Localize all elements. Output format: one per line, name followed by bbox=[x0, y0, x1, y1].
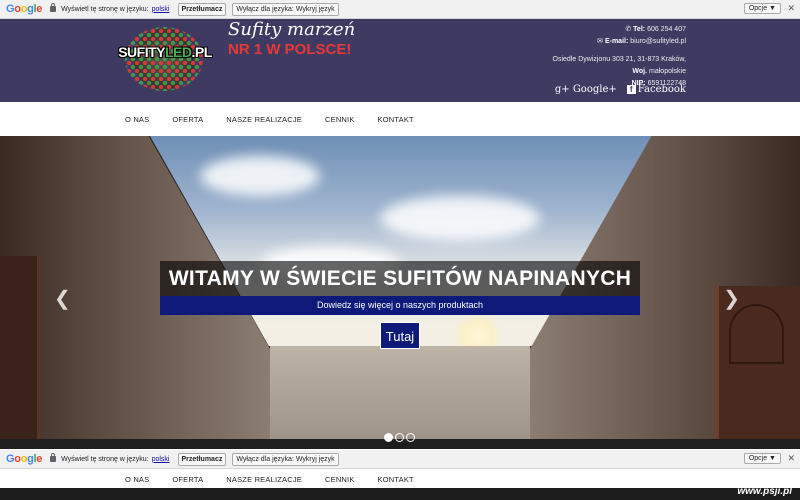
translate-bar-sticky: Google Wyświetl tę stronę w języku: pols… bbox=[0, 450, 800, 469]
bottom-strip bbox=[0, 488, 800, 500]
translate-button[interactable]: Przetłumacz bbox=[177, 2, 227, 16]
envelope-icon: ✉ bbox=[597, 38, 603, 45]
hero-title: WITAMY W ŚWIECIE SUFITÓW NAPINANYCH bbox=[160, 261, 640, 296]
google-logo: Google bbox=[6, 3, 43, 15]
facebook-link[interactable]: f Facebook bbox=[626, 84, 686, 95]
door-panel bbox=[729, 304, 784, 364]
close-icon[interactable]: ✕ bbox=[787, 3, 795, 14]
nav-item-o-nas[interactable]: O NAS bbox=[125, 115, 149, 124]
translate-prompt: Wyświetl tę stronę w języku: bbox=[61, 455, 149, 463]
site-header: SUFITYLED.PL Sufity marzeń NR 1 W POLSCE… bbox=[0, 19, 800, 102]
email-line: ✉ E-mail: biuro@sufityled.pl bbox=[597, 38, 686, 45]
disable-translate-button[interactable]: Wyłącz dla języka: Wykryj język bbox=[232, 452, 339, 466]
options-button[interactable]: Opcje ▼ bbox=[743, 3, 781, 14]
slogan-claim: NR 1 W POLSCE! bbox=[228, 41, 352, 58]
main-nav: O NAS OFERTA NASZE REALIZACJE CENNIK KON… bbox=[0, 102, 800, 136]
slider-indicators bbox=[384, 433, 415, 442]
nav-item-nasze-realizacje[interactable]: NASZE REALIZACJE bbox=[226, 115, 302, 124]
region-line: Woj. małopolskie bbox=[632, 68, 686, 75]
close-icon[interactable]: ✕ bbox=[787, 453, 795, 464]
sticky-nav: O NAS OFERTA NASZE REALIZACJE CENNIK KON… bbox=[0, 470, 800, 488]
hero-cta-button[interactable]: Tutaj bbox=[380, 322, 420, 349]
lock-icon bbox=[50, 453, 57, 462]
site-logo[interactable]: SUFITYLED.PL bbox=[113, 27, 217, 91]
watermark: www.psji.pl bbox=[737, 486, 792, 497]
google-plus-link[interactable]: g+ Google+ bbox=[555, 84, 617, 95]
lock-icon bbox=[50, 3, 57, 12]
phone-line: ✆ Tel: 606 254 407 bbox=[625, 26, 686, 33]
slider-dot-3[interactable] bbox=[406, 433, 415, 442]
contact-info: ✆ Tel: 606 254 407 ✉ E-mail: biuro@sufit… bbox=[553, 24, 686, 90]
google-logo: Google bbox=[6, 453, 43, 465]
hero-subtitle: Dowiedz się więcej o naszych produktach bbox=[160, 296, 640, 315]
slider-prev-icon[interactable]: ❮ bbox=[54, 286, 71, 311]
social-links: g+ Google+ f Facebook bbox=[555, 84, 686, 95]
cloud-shape bbox=[200, 156, 320, 196]
google-plus-icon: g+ bbox=[554, 84, 570, 95]
phone-icon: ✆ bbox=[625, 26, 632, 33]
slider-dot-1[interactable] bbox=[384, 433, 393, 442]
slider-dot-2[interactable] bbox=[395, 433, 404, 442]
cloud-shape bbox=[380, 196, 540, 241]
slider-next-icon[interactable]: ❯ bbox=[723, 286, 740, 311]
nav-item-kontakt[interactable]: KONTAKT bbox=[378, 115, 414, 124]
nav-item-o-nas[interactable]: O NAS bbox=[125, 475, 149, 484]
translate-prompt: Wyświetl tę stronę w języku: bbox=[61, 5, 149, 13]
nav-item-nasze-realizacje[interactable]: NASZE REALIZACJE bbox=[226, 475, 302, 484]
translate-bar: Google Wyświetl tę stronę w języku: pols… bbox=[0, 0, 800, 19]
nav-item-oferta[interactable]: OFERTA bbox=[172, 475, 203, 484]
hero-caption: WITAMY W ŚWIECIE SUFITÓW NAPINANYCH Dowi… bbox=[160, 261, 640, 349]
left-door bbox=[0, 256, 40, 449]
facebook-icon: f bbox=[626, 85, 636, 94]
disable-translate-button[interactable]: Wyłącz dla języka: Wykryj język bbox=[232, 2, 339, 16]
language-link[interactable]: polski bbox=[152, 456, 170, 463]
nav-item-cennik[interactable]: CENNIK bbox=[325, 475, 355, 484]
nav-item-oferta[interactable]: OFERTA bbox=[172, 115, 203, 124]
hero-slider: ❮ ❯ WITAMY W ŚWIECIE SUFITÓW NAPINANYCH … bbox=[0, 136, 800, 449]
email-link[interactable]: biuro@sufityled.pl bbox=[630, 38, 686, 45]
translate-button[interactable]: Przetłumacz bbox=[177, 452, 227, 466]
language-link[interactable]: polski bbox=[152, 6, 170, 13]
nav-item-cennik[interactable]: CENNIK bbox=[325, 115, 355, 124]
logo-text: SUFITYLED.PL bbox=[118, 44, 212, 60]
address-line: Osiedle Dywizjonu 303 21, 31-873 Kraków, bbox=[552, 56, 686, 63]
slogan-script: Sufity marzeń bbox=[228, 19, 356, 40]
nav-item-kontakt[interactable]: KONTAKT bbox=[378, 475, 414, 484]
options-button[interactable]: Opcje ▼ bbox=[743, 453, 781, 464]
